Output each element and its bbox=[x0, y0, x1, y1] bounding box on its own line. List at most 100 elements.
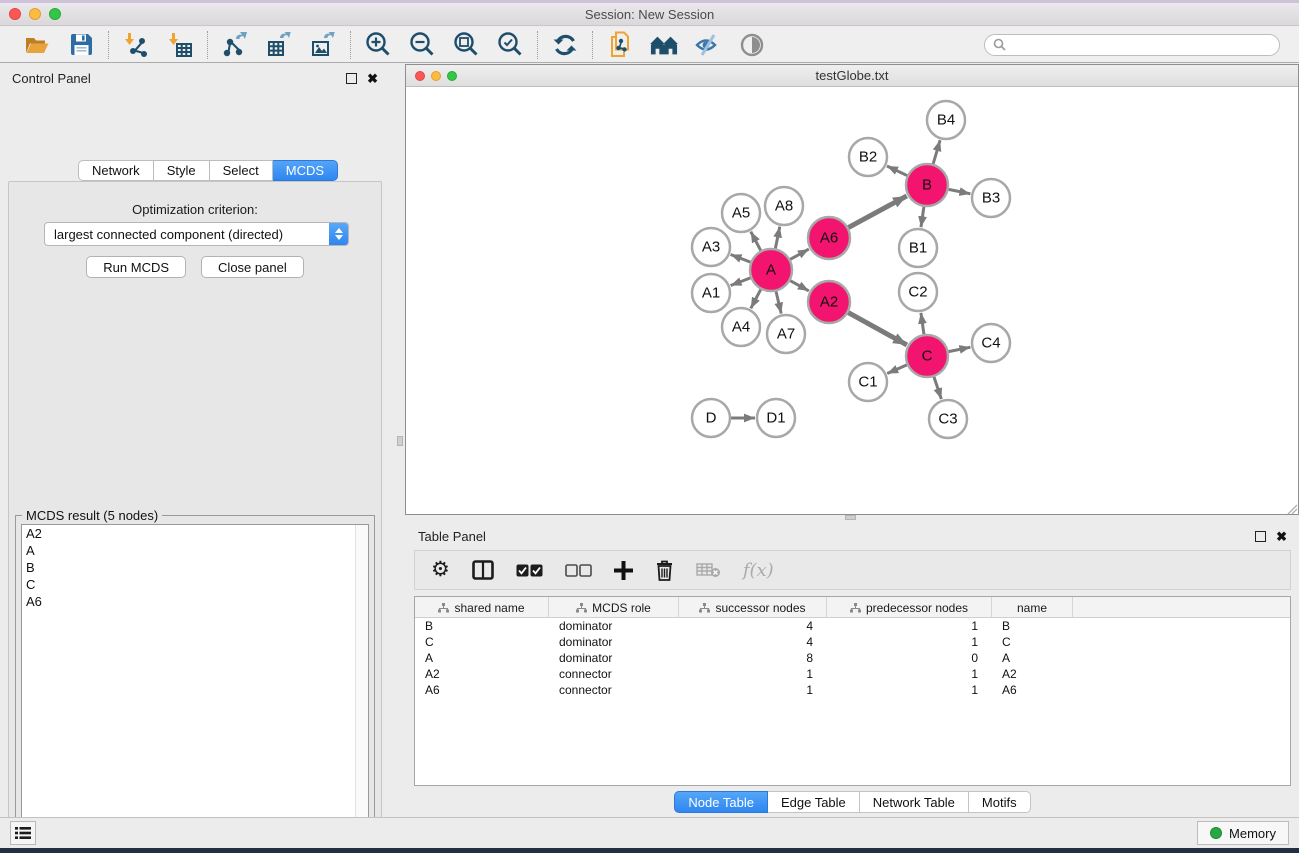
network-graph[interactable]: B4B2BB3A8A5A6A3B1AC2A1A2A4A7C4CC1DD1C3 bbox=[406, 87, 1298, 514]
save-session-icon[interactable] bbox=[67, 31, 95, 59]
function-builder-icon[interactable]: f(x) bbox=[743, 557, 774, 583]
network-vertical-scrollbar-thumb[interactable] bbox=[397, 436, 403, 446]
table-cell[interactable]: A2 bbox=[992, 666, 1073, 682]
table-cell[interactable]: dominator bbox=[549, 618, 679, 634]
table-cell[interactable]: A2 bbox=[415, 666, 549, 682]
table-cell[interactable]: B bbox=[415, 618, 549, 634]
edge-A-A6[interactable] bbox=[790, 249, 809, 259]
clone-network-icon[interactable] bbox=[606, 31, 634, 59]
column-header-name[interactable]: name bbox=[992, 597, 1073, 618]
edge-A-A2[interactable] bbox=[790, 281, 809, 291]
optimization-criterion-select[interactable]: largest connected component (directed) bbox=[44, 222, 349, 246]
run-mcds-button[interactable]: Run MCDS bbox=[86, 256, 186, 278]
export-table-icon[interactable] bbox=[265, 31, 293, 59]
table-cell[interactable]: A6 bbox=[415, 682, 549, 698]
edge-A-A8[interactable] bbox=[775, 227, 779, 249]
zoom-selected-icon[interactable] bbox=[496, 31, 524, 59]
table-options-icon[interactable]: ⚙ bbox=[431, 557, 450, 583]
column-header-shared-name[interactable]: shared name bbox=[415, 597, 549, 618]
table-cell[interactable]: 1 bbox=[827, 682, 992, 698]
float-table-panel-icon[interactable] bbox=[1255, 531, 1266, 542]
edge-B-B3[interactable] bbox=[949, 189, 971, 193]
edge-A6-B[interactable] bbox=[848, 196, 906, 228]
table-cell[interactable]: dominator bbox=[549, 634, 679, 650]
table-cell[interactable]: 4 bbox=[679, 618, 827, 634]
tab-node-table[interactable]: Node Table bbox=[674, 791, 768, 813]
select-all-icon[interactable] bbox=[516, 557, 543, 583]
table-cell[interactable]: 1 bbox=[679, 666, 827, 682]
zoom-fit-icon[interactable] bbox=[452, 31, 480, 59]
create-column-icon[interactable] bbox=[614, 557, 633, 583]
tab-network-table[interactable]: Network Table bbox=[860, 791, 969, 813]
edge-A-A7[interactable] bbox=[776, 291, 781, 313]
edge-C-C3[interactable] bbox=[934, 377, 941, 399]
result-list-item[interactable]: C bbox=[22, 576, 368, 593]
edge-A-A1[interactable] bbox=[731, 278, 751, 286]
table-cell[interactable]: C bbox=[992, 634, 1073, 650]
tab-motifs[interactable]: Motifs bbox=[969, 791, 1031, 813]
edge-B-B1[interactable] bbox=[921, 207, 924, 227]
export-image-icon[interactable] bbox=[309, 31, 337, 59]
column-header-successor-nodes[interactable]: successor nodes bbox=[679, 597, 827, 618]
edge-A-A5[interactable] bbox=[751, 232, 761, 251]
tab-style[interactable]: Style bbox=[154, 160, 210, 181]
table-row[interactable]: A2connector11A2 bbox=[415, 666, 1290, 682]
column-header-MCDS-role[interactable]: MCDS role bbox=[549, 597, 679, 618]
result-list-item[interactable]: A6 bbox=[22, 593, 368, 610]
apply-layout-icon[interactable] bbox=[551, 31, 579, 59]
result-list-item[interactable]: A bbox=[22, 542, 368, 559]
table-cell[interactable]: 1 bbox=[827, 666, 992, 682]
search-input[interactable] bbox=[1011, 38, 1271, 52]
float-panel-icon[interactable] bbox=[346, 73, 357, 84]
tab-network[interactable]: Network bbox=[78, 160, 154, 181]
table-cell[interactable]: B bbox=[992, 618, 1073, 634]
table-row[interactable]: A6connector11A6 bbox=[415, 682, 1290, 698]
edge-A2-C[interactable] bbox=[848, 313, 907, 345]
search-field[interactable] bbox=[984, 34, 1280, 56]
table-row[interactable]: Adominator80A bbox=[415, 650, 1290, 666]
table-cell[interactable]: dominator bbox=[549, 650, 679, 666]
deselect-all-icon[interactable] bbox=[565, 557, 592, 583]
edge-B-B4[interactable] bbox=[933, 140, 940, 164]
node-attribute-table[interactable]: shared nameMCDS rolesuccessor nodesprede… bbox=[414, 596, 1291, 786]
table-row[interactable]: Bdominator41B bbox=[415, 618, 1290, 634]
edge-A-A3[interactable] bbox=[731, 255, 751, 263]
table-cell[interactable]: 4 bbox=[679, 634, 827, 650]
tab-edge-table[interactable]: Edge Table bbox=[768, 791, 860, 813]
open-session-icon[interactable] bbox=[23, 31, 51, 59]
network-window-titlebar[interactable]: testGlobe.txt bbox=[406, 65, 1298, 87]
result-list-item[interactable]: A2 bbox=[22, 525, 368, 542]
table-cell[interactable]: A bbox=[415, 650, 549, 666]
tab-select[interactable]: Select bbox=[210, 160, 273, 181]
column-header-predecessor-nodes[interactable]: predecessor nodes bbox=[827, 597, 992, 618]
edge-B-B2[interactable] bbox=[887, 166, 907, 176]
mcds-result-list[interactable]: A2ABCA6 bbox=[21, 524, 369, 853]
zoom-out-icon[interactable] bbox=[408, 31, 436, 59]
table-row[interactable]: Cdominator41C bbox=[415, 634, 1290, 650]
edge-C-C1[interactable] bbox=[887, 365, 907, 374]
hide-details-icon[interactable] bbox=[694, 31, 722, 59]
task-history-button[interactable] bbox=[10, 821, 36, 845]
network-horizontal-scrollbar-thumb[interactable] bbox=[845, 515, 856, 520]
table-cell[interactable]: 1 bbox=[679, 682, 827, 698]
import-network-icon[interactable] bbox=[122, 31, 150, 59]
delete-table-icon[interactable] bbox=[696, 557, 721, 583]
table-cell[interactable]: 8 bbox=[679, 650, 827, 666]
memory-button[interactable]: Memory bbox=[1197, 821, 1289, 845]
show-graphics-details-icon[interactable] bbox=[738, 31, 766, 59]
destroy-views-icon[interactable] bbox=[650, 31, 678, 59]
window-resize-grip[interactable] bbox=[1287, 504, 1298, 514]
table-cell[interactable]: connector bbox=[549, 666, 679, 682]
table-cell[interactable]: connector bbox=[549, 682, 679, 698]
table-cell[interactable]: A6 bbox=[992, 682, 1073, 698]
table-cell[interactable]: 1 bbox=[827, 618, 992, 634]
close-table-panel-icon[interactable]: ✖ bbox=[1276, 531, 1287, 542]
table-cell[interactable]: 1 bbox=[827, 634, 992, 650]
import-table-icon[interactable] bbox=[166, 31, 194, 59]
result-list-scrollbar[interactable] bbox=[355, 525, 368, 853]
edge-C-C2[interactable] bbox=[921, 313, 924, 334]
edge-C-C4[interactable] bbox=[949, 347, 971, 351]
table-cell[interactable]: 0 bbox=[827, 650, 992, 666]
table-cell[interactable]: C bbox=[415, 634, 549, 650]
close-panel-icon[interactable]: ✖ bbox=[367, 73, 378, 84]
